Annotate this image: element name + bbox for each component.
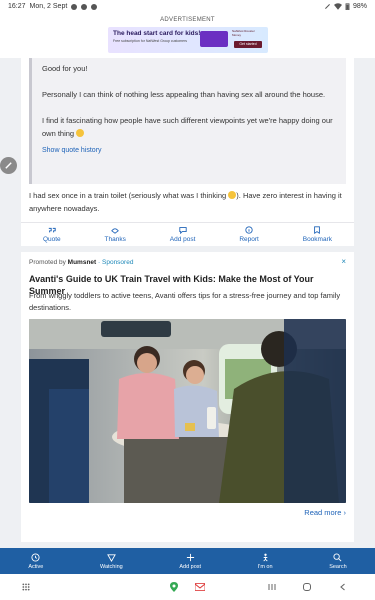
battery-level: 98% xyxy=(352,3,367,10)
train-family-photo xyxy=(29,319,346,503)
recent-apps-icon[interactable] xyxy=(267,582,277,592)
quote-button[interactable]: Quote xyxy=(43,226,61,243)
battery-icon xyxy=(345,3,350,10)
ad-cta-button[interactable]: Get started xyxy=(234,41,262,48)
ad-creative[interactable]: The head start card for kids! Free subsc… xyxy=(108,27,268,53)
nav-watching-label: Watching xyxy=(99,563,123,570)
read-more-label: Read more xyxy=(304,508,342,517)
ad-label: ADVERTISEMENT xyxy=(160,17,215,23)
read-more-link[interactable]: Read more › xyxy=(304,508,346,517)
walk-icon xyxy=(263,553,268,561)
status-date: Mon, 2 Sept xyxy=(29,3,68,10)
quote-line: I find it fascinating how people have su… xyxy=(42,116,333,138)
nav-add-post-label: Add post xyxy=(179,563,202,570)
notification-icon xyxy=(81,3,88,10)
clock-icon xyxy=(31,552,40,562)
search-icon xyxy=(333,552,342,561)
post-body-text: I had sex once in a train toilet (seriou… xyxy=(29,191,227,200)
add-post-label: Add post xyxy=(169,236,196,243)
notification-icon xyxy=(91,3,98,10)
thanks-button[interactable]: Thanks xyxy=(105,226,126,243)
nav-search-label: Search xyxy=(329,563,347,570)
quote-line: Personally I can think of nothing less a… xyxy=(42,90,326,99)
separator: · xyxy=(98,259,101,266)
nav-search[interactable]: Search xyxy=(329,552,347,570)
thanks-label: Thanks xyxy=(104,236,126,243)
comment-icon xyxy=(178,227,187,234)
nav-active-label: Active xyxy=(28,563,44,570)
quote-icon xyxy=(48,227,56,233)
bookmark-button[interactable]: Bookmark xyxy=(303,226,332,243)
quote-label: Quote xyxy=(42,236,61,243)
pencil-icon xyxy=(5,162,12,169)
bookmark-icon xyxy=(314,226,321,234)
status-bar: 16:27 Mon, 2 Sept 98% xyxy=(0,0,375,13)
ad-subtext: Free subscription for NatWest Group cust… xyxy=(113,39,188,43)
edit-floating-button[interactable] xyxy=(0,157,17,174)
chevron-right-icon: › xyxy=(343,508,347,517)
report-label: Report xyxy=(239,236,259,243)
edit-status-icon xyxy=(325,4,330,9)
sponsored-image[interactable] xyxy=(29,319,346,503)
card-image xyxy=(200,31,228,47)
promoter-brand: Mumsnet xyxy=(67,259,97,266)
gmail-icon[interactable] xyxy=(195,582,205,592)
smile-emoji-icon xyxy=(76,129,85,137)
nav-active[interactable]: Active xyxy=(28,552,44,570)
nav-im-on-label: I'm on xyxy=(257,563,273,570)
post-card: Good for you! Personally I can think of … xyxy=(21,58,354,246)
bottom-nav: Active Watching Add post I'm on Search xyxy=(0,548,375,574)
close-icon[interactable]: × xyxy=(341,257,346,266)
plus-icon xyxy=(186,553,194,561)
notification-icon xyxy=(71,3,78,10)
sponsored-card: Promoted by Mumsnet · Sponsored × Avanti… xyxy=(21,252,354,542)
sponsored-label: Sponsored xyxy=(102,259,134,266)
quote-block: Good for you! Personally I can think of … xyxy=(29,58,346,184)
report-button[interactable]: Report xyxy=(239,226,259,243)
post-body: I had sex once in a train toilet (seriou… xyxy=(29,189,347,215)
nav-add-post[interactable]: Add post xyxy=(179,553,201,570)
promoted-by-label: Promoted by xyxy=(29,259,66,266)
info-icon xyxy=(245,226,253,234)
ad-brand: NatWest Rooster Money xyxy=(232,29,255,37)
nav-im-on[interactable]: I'm on xyxy=(258,553,273,570)
app-drawer-icon[interactable] xyxy=(22,583,30,591)
home-icon[interactable] xyxy=(302,582,312,592)
ad-banner: ADVERTISEMENT The head start card for ki… xyxy=(0,13,375,58)
bookmark-label: Bookmark xyxy=(302,236,332,243)
back-icon[interactable] xyxy=(338,582,348,592)
nav-watching[interactable]: Watching xyxy=(100,553,123,570)
watch-icon xyxy=(106,553,116,562)
thanks-icon xyxy=(111,228,120,234)
android-system-bar xyxy=(0,574,375,600)
quote-line: Good for you! xyxy=(42,64,88,73)
status-time: 16:27 xyxy=(8,3,26,10)
post-actions: Quote Thanks Add post Report Bookmark xyxy=(21,222,354,246)
promoted-by-line: Promoted by Mumsnet · Sponsored xyxy=(29,259,133,266)
add-post-button[interactable]: Add post xyxy=(169,226,196,243)
sponsored-description: From wriggly toddlers to active teens, A… xyxy=(29,291,341,312)
maps-icon[interactable] xyxy=(169,582,179,592)
show-quote-history-link[interactable]: Show quote history xyxy=(42,144,336,157)
wifi-icon xyxy=(333,3,342,10)
